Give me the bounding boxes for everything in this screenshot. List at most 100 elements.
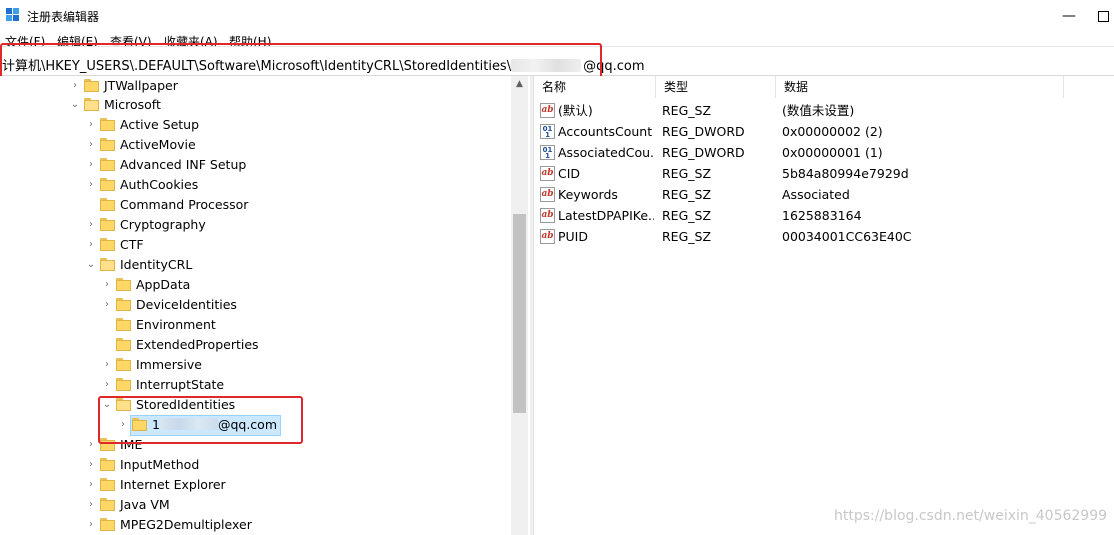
chevron-right-icon[interactable]: › (86, 495, 96, 515)
folder-icon (116, 358, 131, 371)
folder-icon (100, 138, 115, 151)
highlight-box-tree (98, 396, 303, 444)
tree-item-label: Command Processor (120, 197, 249, 212)
tree-item-authcookies[interactable]: › AuthCookies (0, 175, 510, 195)
window-title: 注册表编辑器 (27, 10, 100, 24)
chevron-right-icon[interactable]: › (86, 455, 96, 475)
value-name: Keywords (558, 187, 618, 202)
value-row-cid[interactable]: ab CID REG_SZ 5b84a80994e7929d (534, 163, 1114, 184)
value-data: 00034001CC63E40C (782, 229, 912, 244)
tree-item-extendedproperties[interactable]: ExtendedProperties (0, 335, 510, 355)
tree-scrollbar[interactable]: ▲ (511, 76, 528, 535)
tree-item-activemovie[interactable]: › ActiveMovie (0, 135, 510, 155)
value-row-puid[interactable]: ab PUID REG_SZ 00034001CC63E40C (534, 226, 1114, 247)
tree-item-active-setup[interactable]: › Active Setup (0, 115, 510, 135)
tree-item-label: DeviceIdentities (136, 297, 237, 312)
tree-item-jtwallpaper[interactable]: › JTWallpaper (0, 76, 510, 96)
tree-item-interruptstate[interactable]: › InterruptState (0, 375, 510, 395)
folder-icon (84, 79, 99, 92)
column-header-data[interactable]: 数据 (776, 76, 1064, 98)
tree-item-label: AppData (136, 277, 191, 292)
tree-item-label: Internet Explorer (120, 477, 226, 492)
tree-item-label: AuthCookies (120, 177, 199, 192)
tree-item-label: MPEG2Demultiplexer (120, 517, 252, 532)
tree-item-appdata[interactable]: › AppData (0, 275, 510, 295)
chevron-right-icon[interactable]: › (86, 475, 96, 495)
chevron-right-icon[interactable]: › (70, 76, 80, 96)
value-data: Associated (782, 187, 850, 202)
regedit-app-icon (6, 8, 19, 21)
folder-icon (116, 338, 131, 351)
tree-item-label: Active Setup (120, 117, 200, 132)
tree-item-deviceidentities[interactable]: › DeviceIdentities (0, 295, 510, 315)
folder-icon (116, 378, 131, 391)
column-header-type[interactable]: 类型 (656, 76, 776, 98)
scroll-up-arrow-icon[interactable]: ▲ (511, 76, 528, 93)
value-row-latestdpapikey[interactable]: ab LatestDPAPIKe... REG_SZ 1625883164 (534, 205, 1114, 226)
maximize-button[interactable] (1092, 0, 1114, 32)
value-type: REG_SZ (662, 187, 712, 202)
value-row-accountscount[interactable]: 01 1 AccountsCount REG_DWORD 0x00000002 (… (534, 121, 1114, 142)
tree-item-advanced-inf-setup[interactable]: › Advanced INF Setup (0, 155, 510, 175)
tree-item-ctf[interactable]: › CTF (0, 235, 510, 255)
folder-icon (116, 298, 131, 311)
tree-item-mpeg2demultiplexer[interactable]: › MPEG2Demultiplexer (0, 515, 510, 535)
tree-item-label: IdentityCRL (120, 257, 193, 272)
tree-item-cryptography[interactable]: › Cryptography (0, 215, 510, 235)
value-data: 0x00000002 (2) (782, 124, 883, 139)
value-name: LatestDPAPIKe... (558, 208, 654, 223)
title-bar: 注册表编辑器 — (0, 0, 1114, 32)
chevron-right-icon[interactable]: › (86, 435, 96, 455)
tree-item-identitycrl[interactable]: ⌄ IdentityCRL (0, 255, 510, 275)
value-name: CID (558, 166, 581, 181)
tree-item-label: ActiveMovie (120, 137, 196, 152)
tree-item-label: ExtendedProperties (136, 337, 259, 352)
chevron-down-icon[interactable]: ⌄ (70, 95, 80, 115)
tree-item-command-processor[interactable]: Command Processor (0, 195, 510, 215)
chevron-right-icon[interactable]: › (102, 275, 112, 295)
folder-icon (100, 458, 115, 471)
folder-icon (100, 218, 115, 231)
tree-item-label: Advanced INF Setup (120, 157, 247, 172)
chevron-right-icon[interactable]: › (86, 215, 96, 235)
tree-item-internet-explorer[interactable]: › Internet Explorer (0, 475, 510, 495)
value-name: PUID (558, 229, 588, 244)
chevron-right-icon[interactable]: › (102, 355, 112, 375)
chevron-right-icon[interactable]: › (86, 155, 96, 175)
string-value-icon: ab (540, 229, 555, 244)
chevron-right-icon[interactable]: › (86, 135, 96, 155)
value-row-keywords[interactable]: ab Keywords REG_SZ Associated (534, 184, 1114, 205)
value-row-default[interactable]: ab (默认) REG_SZ (数值未设置) (534, 100, 1114, 121)
highlight-box-address (0, 43, 602, 79)
chevron-right-icon[interactable]: › (102, 295, 112, 315)
tree-item-inputmethod[interactable]: › InputMethod (0, 455, 510, 475)
folder-icon (100, 158, 115, 171)
chevron-right-icon[interactable]: › (86, 515, 96, 535)
chevron-right-icon[interactable]: › (102, 375, 112, 395)
tree-item-java-vm[interactable]: › Java VM (0, 495, 510, 515)
scrollbar-thumb[interactable] (513, 214, 526, 413)
chevron-right-icon[interactable]: › (86, 175, 96, 195)
registry-tree: › JTWallpaper ⌄ Microsoft › Active Setup… (0, 76, 530, 535)
folder-open-icon (84, 98, 99, 111)
value-row-associatedcount[interactable]: 01 1 AssociatedCou... REG_DWORD 0x0000000… (534, 142, 1114, 163)
chevron-right-icon[interactable]: › (86, 235, 96, 255)
chevron-down-icon[interactable]: ⌄ (86, 255, 96, 275)
minimize-button[interactable]: — (1046, 0, 1092, 32)
value-name: (默认) (558, 103, 593, 118)
tree-item-immersive[interactable]: › Immersive (0, 355, 510, 375)
folder-icon (100, 238, 115, 251)
tree-item-environment[interactable]: Environment (0, 315, 510, 335)
value-type: REG_SZ (662, 229, 712, 244)
folder-icon (116, 318, 131, 331)
chevron-right-icon[interactable]: › (86, 115, 96, 135)
folder-icon (100, 178, 115, 191)
tree-item-label: Environment (136, 317, 216, 332)
folder-icon (116, 278, 131, 291)
tree-item-microsoft[interactable]: ⌄ Microsoft (0, 95, 510, 115)
value-name: AccountsCount (558, 124, 653, 139)
tree-item-label: JTWallpaper (104, 78, 178, 93)
value-type: REG_SZ (662, 166, 712, 181)
folder-icon (100, 478, 115, 491)
column-header-name[interactable]: 名称 (534, 76, 656, 98)
